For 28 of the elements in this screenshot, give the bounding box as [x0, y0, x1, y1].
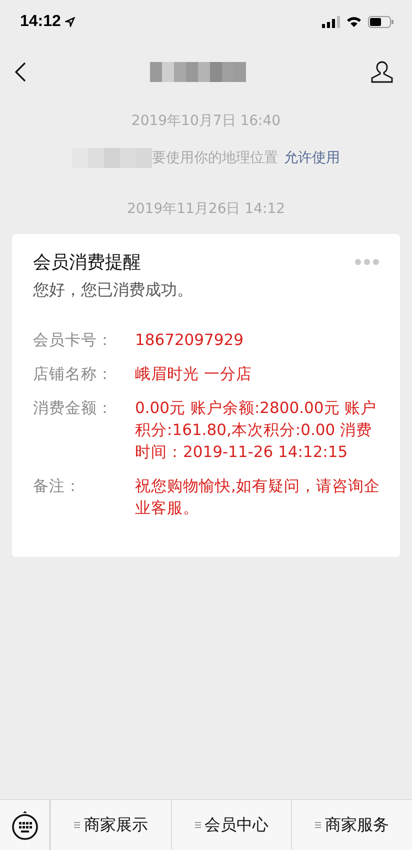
location-arrow-icon: [64, 17, 75, 27]
menu-item[interactable]: 商家服务: [291, 800, 412, 850]
keyboard-icon[interactable]: [10, 810, 38, 840]
battery-icon: [368, 16, 394, 28]
field-value: 18672097929: [135, 330, 244, 351]
field-label: 会员卡号：: [33, 330, 114, 351]
allow-link[interactable]: 允许使用: [284, 149, 340, 167]
menu-item[interactable]: 商家展示: [50, 800, 171, 850]
menu-lines-icon: [315, 821, 322, 829]
field-label: 备注：: [33, 476, 82, 497]
location-request-text: 要使用你的地理位置: [152, 149, 278, 167]
menu-lines-icon: [74, 821, 80, 829]
status-time: 14:12: [20, 13, 61, 31]
message-timestamp: 2019年11月26日 14:12: [126, 200, 286, 218]
field-value: 峨眉时光 一分店: [135, 364, 253, 385]
signal-icon: [322, 16, 340, 28]
person-icon[interactable]: [370, 60, 394, 84]
card-subtitle: 您好，您已消费成功。: [33, 280, 194, 301]
field-label: 消费金额：: [33, 398, 114, 419]
field-label: 店铺名称：: [33, 364, 114, 385]
menu-lines-icon: [194, 821, 200, 829]
field-value: 祝您购物愉快,如有疑问，请咨询企业客服。: [135, 476, 380, 519]
card-title: 会员消费提醒: [33, 251, 141, 274]
message-timestamp: 2019年10月7日 16:40: [131, 112, 281, 130]
menu-item[interactable]: 会员中心: [170, 800, 292, 850]
field-value: 0.00元 账户余额:2800.00元 账户积分:161.80,本次积分:0.00 消费时间：2019-11-26 14:12:15: [135, 398, 378, 463]
wifi-icon: [346, 16, 362, 28]
back-icon[interactable]: [14, 62, 26, 82]
